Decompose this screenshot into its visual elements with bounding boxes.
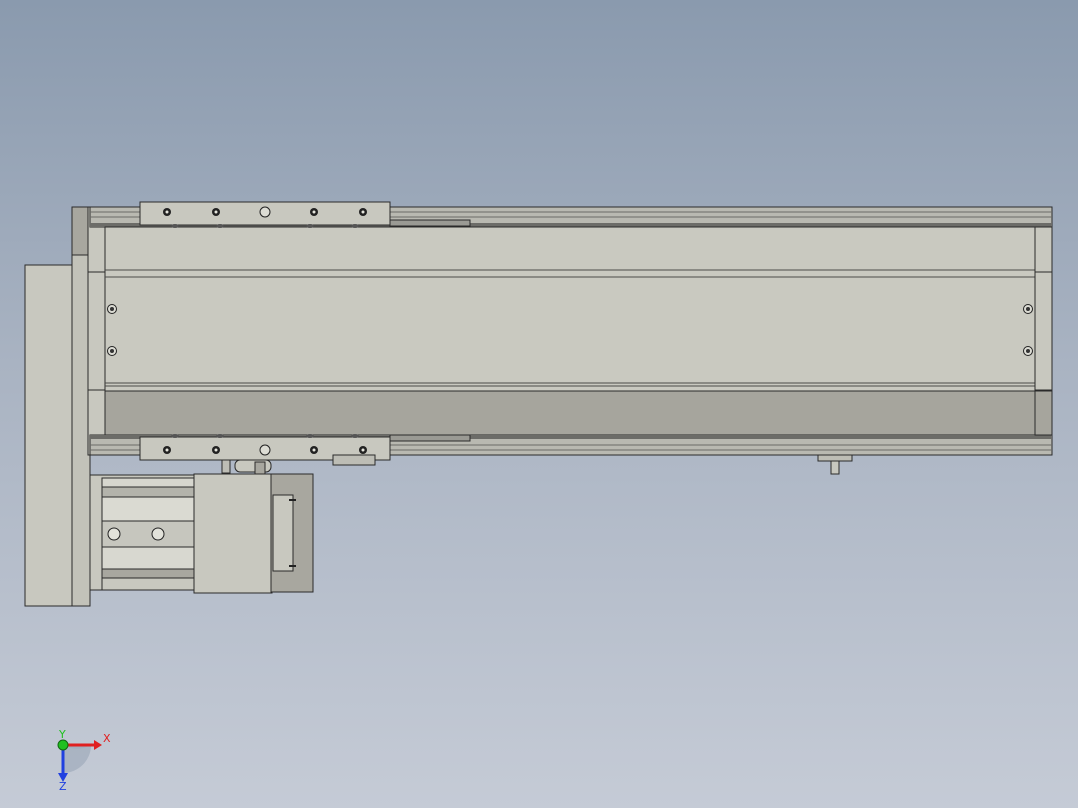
sensor-bracket <box>817 454 853 475</box>
cover-screw <box>1023 304 1033 314</box>
model-view[interactable]: X Y Z <box>0 0 1078 808</box>
y-axis-dot <box>57 739 69 751</box>
motor-assembly <box>89 473 314 594</box>
cover-screw <box>107 346 117 356</box>
x-axis-label: X <box>103 732 111 745</box>
linear-rail-body <box>89 206 1053 456</box>
cad-viewport[interactable]: X Y Z <box>0 0 1078 808</box>
y-axis-label: Y <box>58 728 66 741</box>
cover-screw <box>1023 346 1033 356</box>
coordinate-triad: X Y Z <box>57 728 111 793</box>
cover-screw <box>107 304 117 314</box>
z-axis-label: Z <box>59 780 67 793</box>
